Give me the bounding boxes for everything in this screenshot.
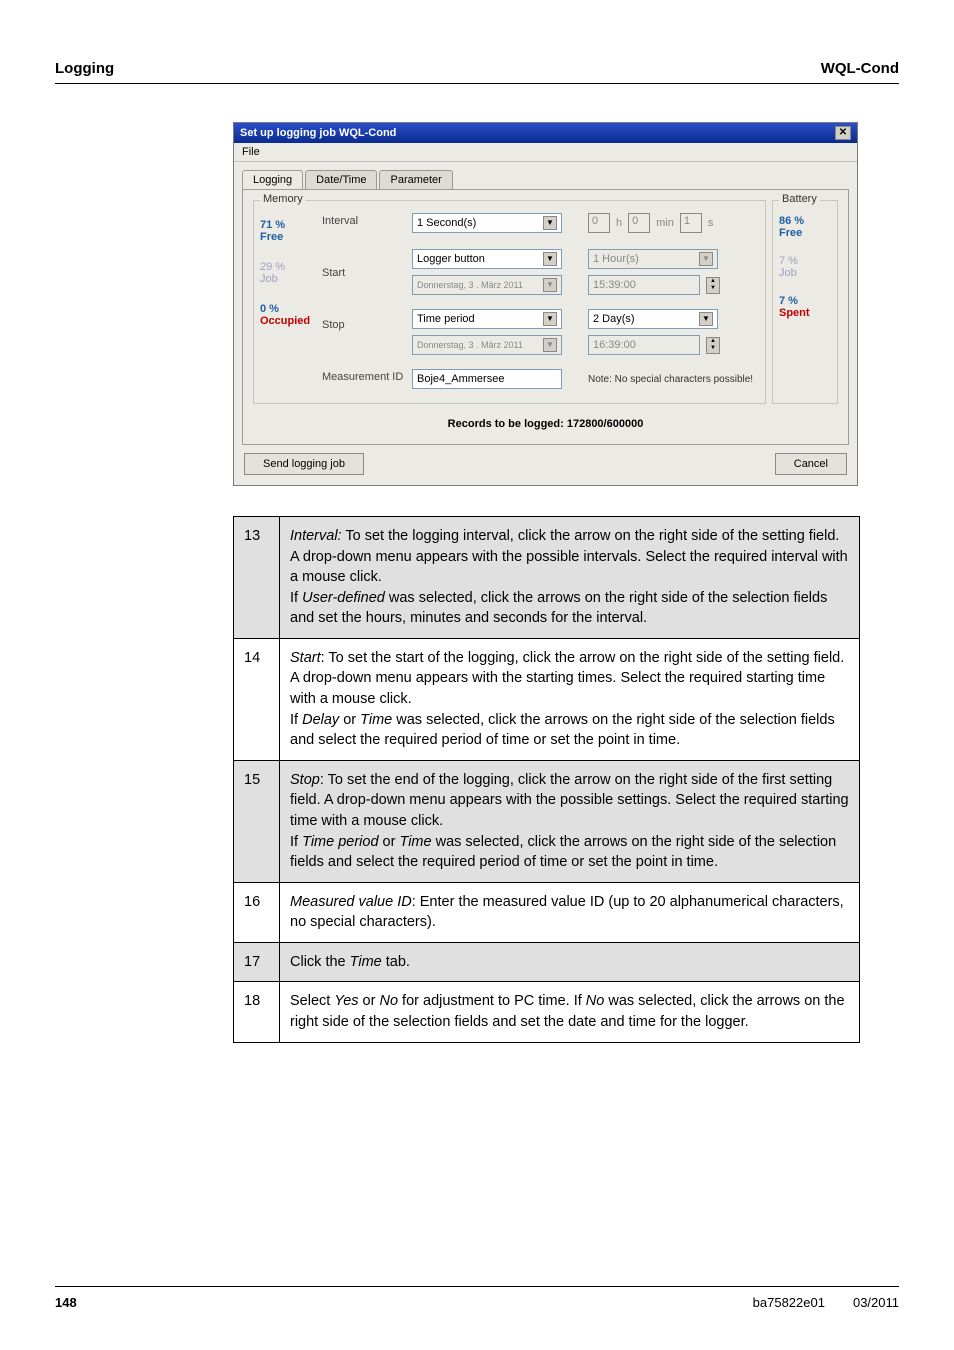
start-hours-value: 1 Hour(s) [593, 253, 639, 265]
dialog-window: Set up logging job WQL-Cond ✕ File Loggi… [233, 122, 858, 486]
stop-days-value: 2 Day(s) [593, 313, 635, 325]
step-num: 15 [234, 760, 280, 882]
close-icon[interactable]: ✕ [835, 126, 851, 140]
header-left: Logging [55, 60, 114, 77]
meas-id-label: Measurement ID [322, 371, 412, 383]
battery-panel: Battery 86 % Free 7 % Job [772, 200, 838, 404]
menu-file[interactable]: File [242, 146, 260, 158]
bat-job-pct: 7 % [779, 255, 831, 267]
step-text: Select Yes or No for adjustment to PC ti… [280, 982, 860, 1042]
step-num: 18 [234, 982, 280, 1042]
chevron-down-icon[interactable]: ▼ [543, 216, 557, 230]
stop-value: Time period [417, 313, 475, 325]
tab-datetime[interactable]: Date/Time [305, 170, 377, 189]
dialog-title: Set up logging job WQL-Cond [240, 127, 396, 139]
tab-parameter[interactable]: Parameter [379, 170, 452, 189]
chevron-down-icon: ▼ [543, 278, 557, 292]
bat-spent-label: Spent [779, 307, 831, 319]
page-number: 148 [55, 1295, 77, 1310]
mem-job-pct: 29 % [260, 261, 322, 273]
header-rule [55, 83, 899, 84]
hours-spinner[interactable]: 0 [588, 213, 610, 233]
doc-date: 03/2011 [853, 1295, 899, 1310]
send-button[interactable]: Send logging job [244, 453, 364, 475]
meas-note: Note: No special characters possible! [588, 374, 753, 385]
stop-time-field: 16:39:00 [588, 335, 700, 355]
instruction-table: 13 Interval: To set the logging interval… [233, 516, 860, 1043]
mem-job-label: Job [260, 273, 322, 285]
step-num: 13 [234, 517, 280, 639]
bat-spent-pct: 7 % [779, 295, 831, 307]
battery-label: Battery [779, 193, 820, 205]
start-select[interactable]: Logger button ▼ [412, 249, 562, 269]
min-spinner[interactable]: 0 [628, 213, 650, 233]
bat-job-label: Job [779, 267, 831, 279]
header-right: WQL-Cond [821, 60, 899, 77]
memory-panel: Memory 71 % Free 29 % Job [253, 200, 766, 404]
bat-free-label: Free [779, 227, 831, 239]
start-value: Logger button [417, 253, 485, 265]
sec-spinner[interactable]: 1 [680, 213, 702, 233]
chevron-down-icon[interactable]: ▼ [699, 312, 713, 326]
stop-select[interactable]: Time period ▼ [412, 309, 562, 329]
start-label: Start [322, 267, 412, 319]
mem-occ-label: Occupied [260, 315, 322, 327]
stop-days-select[interactable]: 2 Day(s) ▼ [588, 309, 718, 329]
chevron-down-icon[interactable]: ▼ [543, 312, 557, 326]
chevron-down-icon: ▼ [699, 252, 713, 266]
start-date-value: Donnerstag, 3 . März 2011 [417, 280, 523, 290]
chevron-down-icon: ▼ [543, 338, 557, 352]
s-unit: s [708, 217, 714, 229]
cancel-button[interactable]: Cancel [775, 453, 847, 475]
meas-id-value: Boje4_Ammersee [417, 373, 504, 385]
bat-free-pct: 86 % [779, 215, 831, 227]
start-hours-select: 1 Hour(s) ▼ [588, 249, 718, 269]
mem-free-pct: 71 % [260, 219, 322, 231]
interval-select[interactable]: 1 Second(s) ▼ [412, 213, 562, 233]
stop-time-value: 16:39:00 [593, 339, 636, 351]
min-unit: min [656, 217, 674, 229]
start-time-value: 15:39:00 [593, 279, 636, 291]
step-num: 17 [234, 942, 280, 982]
step-text: Click the Time tab. [280, 942, 860, 982]
start-date-select: Donnerstag, 3 . März 2011 ▼ [412, 275, 562, 295]
step-num: 14 [234, 638, 280, 760]
doc-id: ba75822e01 [753, 1295, 825, 1310]
step-num: 16 [234, 882, 280, 942]
mem-free-label: Free [260, 231, 322, 243]
stop-date-select: Donnerstag, 3 . März 2011 ▼ [412, 335, 562, 355]
interval-label: Interval [322, 215, 412, 267]
chevron-down-icon[interactable]: ▼ [543, 252, 557, 266]
memory-label: Memory [260, 193, 306, 205]
meas-id-input[interactable]: Boje4_Ammersee [412, 369, 562, 389]
spinner-icon: ▲▼ [706, 277, 720, 294]
step-text: Interval: To set the logging interval, c… [280, 517, 860, 639]
step-text: Stop: To set the end of the logging, cli… [280, 760, 860, 882]
start-time-field: 15:39:00 [588, 275, 700, 295]
records-text: Records to be logged: 172800/600000 [253, 418, 838, 430]
step-text: Measured value ID: Enter the measured va… [280, 882, 860, 942]
h-unit: h [616, 217, 622, 229]
step-text: Start: To set the start of the logging, … [280, 638, 860, 760]
spinner-icon: ▲▼ [706, 337, 720, 354]
mem-occ-pct: 0 % [260, 303, 322, 315]
tab-logging[interactable]: Logging [242, 170, 303, 189]
stop-label: Stop [322, 319, 412, 371]
stop-date-value: Donnerstag, 3 . März 2011 [417, 340, 523, 350]
interval-value: 1 Second(s) [417, 217, 476, 229]
